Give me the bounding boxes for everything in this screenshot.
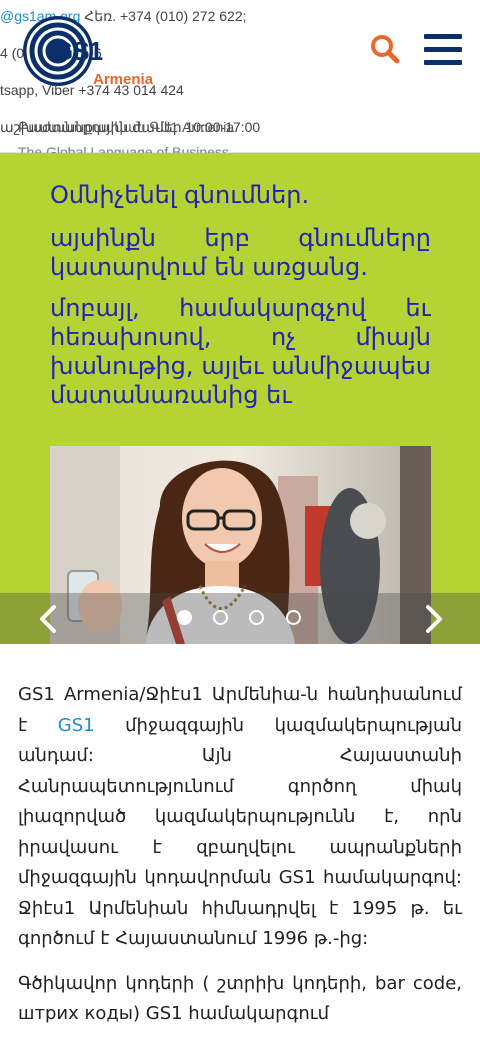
phone-text: Հեռ. +374 (010) 272 622; [80, 8, 247, 24]
about-text-rest: միջազգային կազմակերպության անդամ: Այն Հա… [18, 714, 462, 950]
about-paragraph-1: GS1 Armenia/Ջիէս1 Արմենիա-ն հանդիսանում … [18, 680, 462, 955]
slider-dot-2[interactable] [213, 610, 228, 625]
menu-button[interactable] [424, 34, 462, 66]
search-icon [371, 35, 400, 64]
gs1-link[interactable]: GS1 [58, 715, 95, 736]
hero-line-2: այսինքն երբ գնումները կատարվում են առցան… [50, 224, 431, 281]
site-header: @gs1am.org Հեռ. +374 (010) 272 622; 4 (0… [0, 0, 480, 153]
phone2-text: 4 (0 [0, 45, 25, 61]
about-paragraph-2: Գծիկավոր կոդերի ( շտրիխ կոդերի, bar code… [18, 972, 462, 1025]
slider-dot-1[interactable] [177, 610, 192, 625]
hero-text: Օմնիչենել գնումներ. այսինքն երբ գնումներ… [50, 181, 431, 446]
slider-dot-4[interactable] [286, 610, 301, 625]
slider-dot-3[interactable] [249, 610, 264, 625]
chevron-right-icon [426, 605, 442, 633]
hero-slider: Օմնիչենել գնումներ. այսինքն երբ գնումներ… [0, 153, 480, 644]
about-section: GS1 Armenia/Ջիէս1 Արմենիա-ն հանդիսանում … [18, 680, 462, 1044]
search-button[interactable] [368, 33, 402, 67]
slider-controls [0, 593, 480, 644]
slider-prev-button[interactable] [34, 604, 64, 634]
hamburger-icon [424, 34, 462, 39]
phone2-line: 4 (0 6 [0, 45, 102, 61]
chevron-left-icon [40, 605, 56, 633]
hours-overlay-text: Բաժանորդական ԳՍ1 Armenia [18, 119, 235, 135]
logo-wordmark: GS1 [53, 36, 103, 66]
slider-next-button[interactable] [418, 604, 448, 634]
logo-country: Armenia [93, 71, 154, 88]
hero-line-3: մոբայլ, համակարգչով եւ հեռախոսով, ոչ միա… [50, 294, 431, 409]
hero-headline: Օմնիչենել գնումներ. [50, 181, 310, 209]
